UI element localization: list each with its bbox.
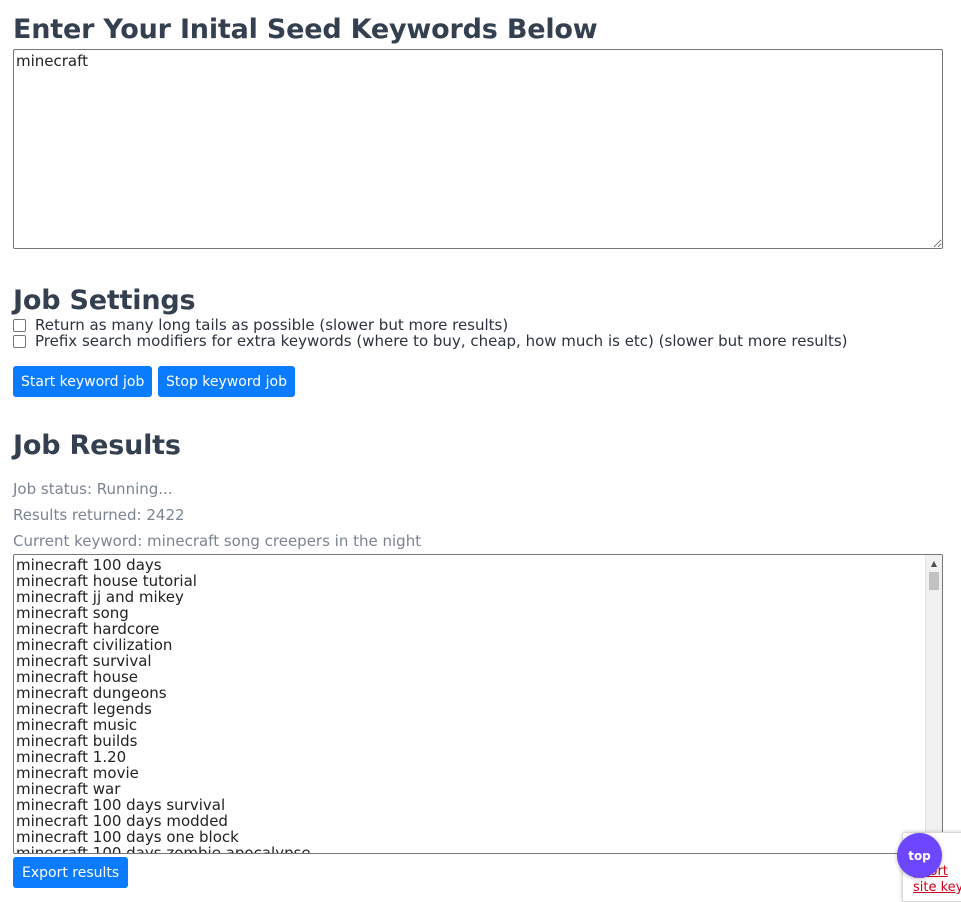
long-tails-option[interactable]: Return as many long tails as possible (s… bbox=[13, 316, 508, 334]
result-item: minecraft legends bbox=[16, 700, 152, 718]
side-widget-line: site key bbox=[913, 880, 961, 895]
job-results-heading: Job Results bbox=[13, 430, 181, 461]
result-item: minecraft 100 days survival bbox=[16, 796, 226, 814]
prefix-modifiers-option[interactable]: Prefix search modifiers for extra keywor… bbox=[13, 332, 848, 350]
seed-keywords-input[interactable] bbox=[13, 49, 943, 249]
result-item: minecraft song bbox=[16, 604, 129, 622]
scroll-up-arrow-icon[interactable]: ▲ bbox=[926, 555, 942, 571]
result-item: minecraft dungeons bbox=[16, 684, 167, 702]
result-item: minecraft music bbox=[16, 716, 138, 734]
result-item: minecraft civilization bbox=[16, 636, 173, 654]
result-item: minecraft survival bbox=[16, 652, 152, 670]
result-item: minecraft builds bbox=[16, 732, 138, 750]
result-item: minecraft 1.20 bbox=[16, 748, 127, 766]
result-item: minecraft hardcore bbox=[16, 620, 160, 638]
results-scrollbar[interactable]: ▲ ▼ bbox=[925, 555, 942, 853]
results-list: minecraft 100 days minecraft house tutori… bbox=[16, 556, 311, 854]
result-item: minecraft 100 days modded bbox=[16, 812, 228, 830]
start-keyword-job-button[interactable]: Start keyword job bbox=[13, 366, 153, 397]
result-item: minecraft house bbox=[16, 668, 139, 686]
long-tails-checkbox[interactable] bbox=[13, 318, 26, 332]
export-results-button[interactable]: Export results bbox=[13, 857, 129, 888]
seed-heading: Enter Your Inital Seed Keywords Below bbox=[13, 14, 598, 45]
result-item: minecraft jj and mikey bbox=[16, 588, 184, 606]
job-status-text: Job status: Running... bbox=[13, 480, 173, 498]
prefix-modifiers-label: Prefix search modifiers for extra keywor… bbox=[35, 332, 848, 350]
result-item: minecraft war bbox=[16, 780, 121, 798]
result-item: minecraft 100 days zombie apocalypse bbox=[16, 844, 311, 854]
result-item: minecraft house tutorial bbox=[16, 572, 197, 590]
results-textarea[interactable]: minecraft 100 days minecraft house tutori… bbox=[13, 554, 943, 854]
stop-keyword-job-button[interactable]: Stop keyword job bbox=[158, 366, 295, 397]
prefix-modifiers-checkbox[interactable] bbox=[13, 334, 26, 348]
job-settings-heading: Job Settings bbox=[13, 285, 196, 316]
current-keyword-text: Current keyword: minecraft song creepers… bbox=[13, 532, 422, 550]
scroll-thumb[interactable] bbox=[929, 572, 939, 590]
result-item: minecraft movie bbox=[16, 764, 139, 782]
result-item: minecraft 100 days one block bbox=[16, 828, 239, 846]
back-to-top-button[interactable]: top bbox=[897, 833, 942, 878]
result-item: minecraft 100 days bbox=[16, 556, 162, 574]
results-count-text: Results returned: 2422 bbox=[13, 506, 185, 524]
